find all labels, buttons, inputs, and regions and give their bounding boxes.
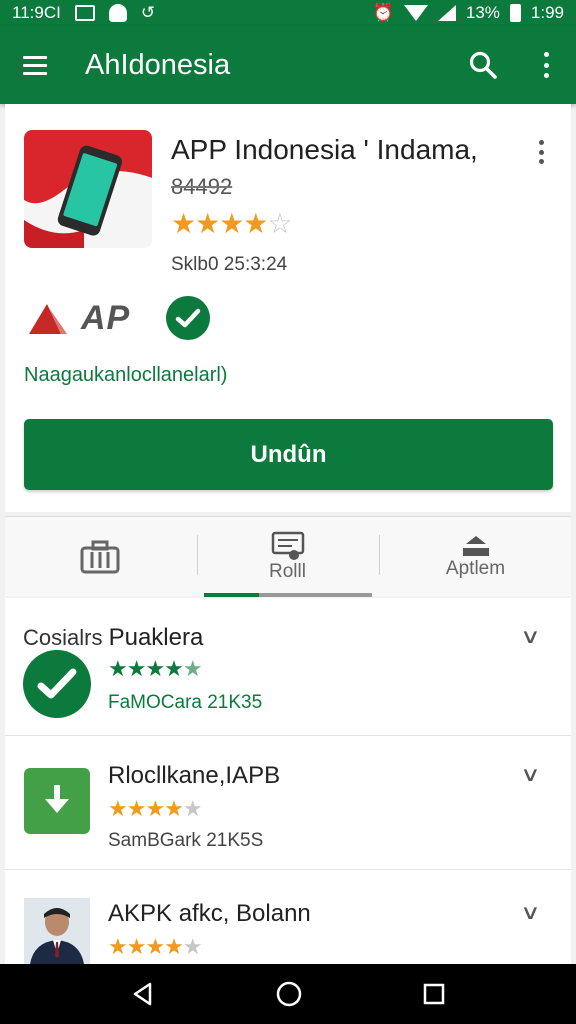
alarm-icon: ⏰ <box>372 3 394 22</box>
battery-percent: 13% <box>465 3 500 22</box>
back-icon[interactable] <box>130 981 156 1007</box>
list-item[interactable]: Cosialrs Puaklera ∨ ★★★★★ FaMOCara 21K35 <box>5 598 571 736</box>
tab-updates-label: Aptlem <box>445 558 506 579</box>
list-item-stars: ★★★★★ <box>108 656 203 681</box>
app-meta: Sklb0 25:3:24 <box>171 254 288 275</box>
flag-icon <box>29 304 67 334</box>
publisher-row: AP <box>27 296 211 340</box>
related-apps-list: Cosialrs Puaklera ∨ ★★★★★ FaMOCara 21K35… <box>5 598 571 968</box>
list-header-prefix: Cosialrs <box>23 625 103 650</box>
signal-icon <box>437 5 456 21</box>
recents-icon[interactable] <box>422 982 446 1006</box>
app-title: APP Indonesia ' Indama, <box>171 134 478 165</box>
ghost-icon <box>108 4 127 22</box>
list-item-meta: SamBGark 21K5S <box>108 830 264 851</box>
verified-check-icon <box>166 296 211 340</box>
sync-icon: ↺ <box>140 3 156 22</box>
tab-reviews-label: Rolll <box>269 561 306 582</box>
tab-updates[interactable]: Aptlem <box>380 517 571 597</box>
review-icon <box>271 531 304 560</box>
app-rating-stars: ★★★★☆ <box>171 208 293 239</box>
list-item[interactable]: Rlocllkane,IAPB ∨ ★★★★★ SamBGark 21K5S <box>5 736 571 870</box>
list-item-title: AKPK afkc, Bolann <box>108 900 311 927</box>
app-overflow-icon[interactable] <box>537 140 545 164</box>
person-avatar-icon <box>24 898 90 964</box>
battery-icon <box>509 4 521 22</box>
overflow-menu-icon[interactable] <box>538 52 554 78</box>
chevron-down-icon[interactable]: ∨ <box>520 762 540 787</box>
chevron-down-icon[interactable]: ∨ <box>520 900 540 925</box>
status-bar: 11:9CI ↺ ⏰ 13% 1:99 <box>0 0 576 26</box>
list-item-title: Rlocllkane,IAPB <box>108 762 281 789</box>
list-item-stars: ★★★★★ <box>108 934 203 959</box>
tab-reviews[interactable]: Rolll <box>195 517 380 597</box>
app-bar: AhIdonesia <box>0 26 576 104</box>
home-icon[interactable] <box>275 980 303 1008</box>
status-time-right: 1:99 <box>530 3 564 22</box>
app-details-card: APP Indonesia ' Indama, 84492 ★★★★☆ Sklb… <box>5 104 571 512</box>
publisher-logo-text: AP <box>81 298 131 337</box>
navigation-bar <box>0 964 576 1024</box>
publisher-link[interactable]: Naagaukanlocllanelarl) <box>24 364 227 387</box>
menu-icon[interactable] <box>23 55 47 75</box>
upload-icon <box>462 536 489 556</box>
app-bar-title: AhIdonesia <box>85 48 231 81</box>
status-time: 11:9CI <box>12 3 61 22</box>
briefcase-icon <box>80 540 120 574</box>
check-circle-icon <box>23 650 91 718</box>
gallery-icon <box>74 5 95 21</box>
list-item[interactable]: AKPK afkc, Bolann ∨ ★★★★★ <box>5 870 571 968</box>
list-item-meta: FaMOCara 21K35 <box>108 692 263 713</box>
install-button[interactable]: Undûn <box>24 419 553 490</box>
download-icon <box>24 768 90 834</box>
tab-bar: Rolll Aptlem <box>5 516 571 597</box>
list-item-title: Puaklera <box>108 624 204 651</box>
tab-indicator <box>204 593 372 597</box>
tab-overview[interactable] <box>5 517 195 597</box>
app-icon[interactable] <box>24 130 152 248</box>
chevron-down-icon[interactable]: ∨ <box>520 624 540 649</box>
search-icon[interactable] <box>468 50 498 80</box>
publisher-logo[interactable]: AP <box>27 299 130 338</box>
list-item-stars: ★★★★★ <box>108 796 203 821</box>
app-subtitle: 84492 <box>171 174 233 199</box>
wifi-icon <box>403 5 428 21</box>
